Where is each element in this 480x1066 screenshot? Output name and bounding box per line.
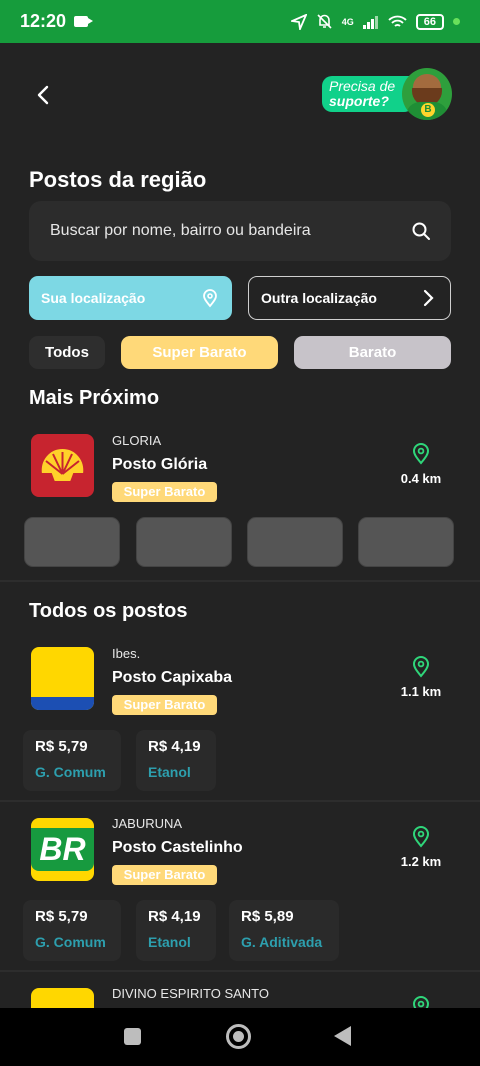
divider: [0, 800, 480, 802]
fuel-label: G. Aditivada: [241, 934, 323, 950]
price-chip: R$ 5,79 G. Comum: [23, 730, 121, 791]
filter-barato[interactable]: Barato: [294, 336, 451, 369]
station-region: JABURUNA: [112, 816, 183, 831]
station-list-screen: Precisa de suporte? B Postos da região S…: [0, 43, 480, 1008]
active-indicator-dot: [453, 18, 460, 25]
station-distance: 0.4 km: [391, 443, 451, 488]
filter-all[interactable]: Todos: [29, 336, 105, 369]
map-pin-icon: [412, 826, 430, 848]
petrobras-br-logo: BR: [31, 818, 94, 881]
chevron-right-icon: [423, 289, 434, 307]
divider: [0, 580, 480, 582]
price-value: R$ 4,19: [148, 908, 201, 925]
price-value: R$ 5,79: [35, 738, 88, 755]
price-value: R$ 4,19: [148, 738, 201, 755]
station-distance: [391, 996, 451, 1008]
distance-value: 1.1 km: [400, 684, 442, 699]
price-chip: R$ 4,19 Etanol: [136, 900, 216, 961]
price-placeholder: [24, 517, 120, 567]
back-icon[interactable]: [334, 1026, 351, 1046]
my-location-button[interactable]: Sua localização: [29, 276, 232, 320]
search-input[interactable]: [50, 222, 411, 240]
map-pin-icon: [412, 656, 430, 678]
distance-value: 1.2 km: [400, 854, 442, 869]
fuel-label: Etanol: [148, 764, 191, 780]
mascot-avatar: B: [402, 68, 452, 120]
station-logo: [31, 988, 94, 1008]
signal-icon: [362, 15, 378, 29]
price-placeholder: [358, 517, 454, 567]
system-navigation-bar: [0, 1008, 480, 1066]
status-bar: 12:20 4G 66: [0, 0, 480, 43]
station-name: Posto Capixaba: [112, 669, 233, 686]
price-chip: R$ 4,19 Etanol: [136, 730, 216, 791]
station-tag: Super Barato: [112, 865, 217, 885]
search-bar[interactable]: [29, 201, 451, 261]
support-label-line1: Precisa de: [329, 78, 396, 94]
divider: [0, 970, 480, 972]
station-region: Ibes.: [112, 646, 141, 661]
support-label-line2: suporte?: [329, 93, 389, 109]
station-distance: 1.1 km: [391, 656, 451, 701]
distance-value: 0.4 km: [400, 471, 442, 486]
wifi-icon: [388, 15, 407, 27]
price-value: R$ 5,79: [35, 908, 88, 925]
map-pin-icon: [203, 289, 217, 308]
location-arrow-icon: [290, 13, 307, 30]
status-time: 12:20: [20, 11, 67, 31]
battery-level: 66: [415, 13, 444, 30]
station-logo: [31, 647, 94, 710]
station-region: GLORIA: [112, 433, 162, 448]
map-pin-icon: [412, 996, 430, 1008]
station-tag: Super Barato: [112, 695, 217, 715]
network-type: 4G: [341, 16, 354, 27]
bell-muted-icon: [317, 14, 332, 29]
nearest-heading: Mais Próximo: [29, 387, 160, 409]
search-icon[interactable]: [411, 221, 431, 241]
price-placeholder: [136, 517, 232, 567]
shell-logo: [31, 434, 94, 497]
all-stations-heading: Todos os postos: [29, 600, 188, 622]
other-location-button[interactable]: Outra localização: [248, 276, 451, 320]
price-chip: R$ 5,79 G. Comum: [23, 900, 121, 961]
station-tag: Super Barato: [112, 482, 217, 502]
station-name: Posto Castelinho: [112, 839, 243, 856]
back-arrow-icon[interactable]: [30, 81, 58, 109]
my-location-label: Sua localização: [41, 290, 146, 306]
price-value: R$ 5,89: [241, 908, 294, 925]
price-placeholder: [247, 517, 343, 567]
station-region: DIVINO ESPIRITO SANTO: [112, 986, 269, 1001]
home-icon[interactable]: [226, 1024, 251, 1049]
station-name: Posto Glória: [112, 456, 208, 473]
other-location-label: Outra localização: [261, 290, 377, 306]
support-pill: Precisa de suporte?: [322, 76, 414, 112]
support-button[interactable]: Precisa de suporte? B: [322, 68, 452, 123]
video-record-icon: [74, 16, 94, 27]
station-distance: 1.2 km: [391, 826, 451, 871]
filter-super-barato[interactable]: Super Barato: [121, 336, 278, 369]
fuel-label: G. Comum: [35, 934, 106, 950]
price-chip: R$ 5,89 G. Aditivada: [229, 900, 339, 961]
fuel-label: G. Comum: [35, 764, 106, 780]
page-title: Postos da região: [29, 167, 207, 192]
recent-apps-icon[interactable]: [124, 1028, 141, 1045]
br-logo-text: BR: [39, 831, 86, 867]
fuel-label: Etanol: [148, 934, 191, 950]
map-pin-icon: [412, 443, 430, 465]
